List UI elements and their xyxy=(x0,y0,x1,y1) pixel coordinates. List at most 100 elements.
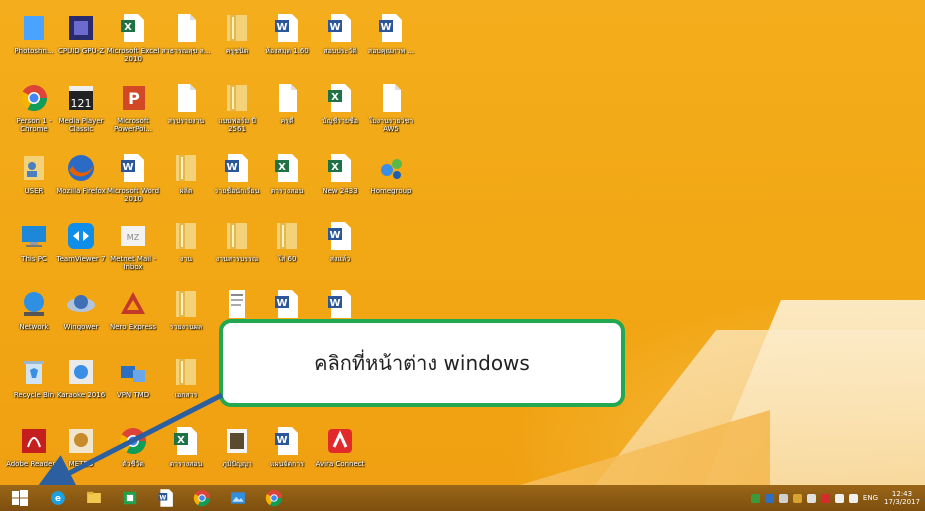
taskbar-app-button[interactable] xyxy=(220,485,256,511)
desktop-icon[interactable]: ผลิต xyxy=(160,152,212,195)
image-icon xyxy=(220,425,254,457)
store-icon xyxy=(120,488,140,508)
photos-icon xyxy=(228,488,248,508)
network-status-icon[interactable] xyxy=(848,493,858,503)
desktop-icon[interactable]: P Microsoft PowerPoi... xyxy=(107,82,159,133)
language-indicator[interactable]: ENG xyxy=(863,494,878,502)
word-icon: W xyxy=(156,488,176,508)
pc-icon xyxy=(17,220,51,252)
desktop-icon[interactable]: สรุปรายงาน xyxy=(160,82,212,125)
svg-text:W: W xyxy=(276,22,287,33)
taskbar-app-button[interactable]: e xyxy=(40,485,76,511)
desktop-icon[interactable]: เอกสาร xyxy=(160,356,212,399)
desktop-icon[interactable]: Karaoke 2016 xyxy=(55,356,107,399)
svg-text:W: W xyxy=(226,162,237,173)
system-tray: ENG 12:43 17/3/2017 xyxy=(750,485,925,511)
desktop-icon[interactable]: X ตารางสอน xyxy=(261,152,313,195)
tray-icon[interactable] xyxy=(778,493,788,503)
desktop-icon-label: ผลิต xyxy=(179,187,193,195)
word-icon: W xyxy=(270,425,304,457)
desktop-icon[interactable]: W ห้องสมุด 1.60 xyxy=(261,12,313,55)
desktop-icon[interactable]: X ตารางสอน xyxy=(160,425,212,468)
taskbar-app-button[interactable] xyxy=(76,485,112,511)
folder-icon xyxy=(220,12,254,44)
desktop-icon[interactable]: METEO xyxy=(55,425,107,468)
desktop-icon[interactable]: W Microsoft Word 2010 xyxy=(107,152,159,203)
svg-text:W: W xyxy=(329,230,340,241)
desktop-icon[interactable]: W xyxy=(314,288,366,323)
volume-icon[interactable] xyxy=(834,493,844,503)
desktop-icon[interactable]: W xyxy=(261,288,313,323)
svg-text:X: X xyxy=(124,22,132,33)
desktop-icon-label: VPN TMD xyxy=(116,391,150,399)
desktop-icon[interactable]: Avira Connect xyxy=(314,425,366,468)
desktop-icon[interactable]: W สอบคุณภาพ ... xyxy=(365,12,417,55)
taskbar-app-button[interactable] xyxy=(112,485,148,511)
desktop-icon[interactable]: W รายชื่อนักเรียน xyxy=(211,152,263,195)
desktop-icon[interactable]: ใส่ 60 xyxy=(261,220,313,263)
karaoke-icon xyxy=(64,356,98,388)
tray-icon[interactable] xyxy=(792,493,802,503)
desktop-icon[interactable]: ครูชนิด xyxy=(211,12,263,55)
folder-icon xyxy=(220,220,254,252)
folder-icon xyxy=(169,152,203,184)
desktop-icon[interactable]: X Microsoft Excel 2010 xyxy=(107,12,159,63)
desktop-icon[interactable]: ตัวชี้วัด xyxy=(107,425,159,468)
desktop-icon[interactable]: Mozilla Firefox xyxy=(55,152,107,195)
taskbar-app-button[interactable] xyxy=(184,485,220,511)
desktop-icon[interactable]: W สอบประวัติ xyxy=(314,12,366,55)
desktop-icon[interactable]: 121 Media Player Classic xyxy=(55,82,107,133)
desktop-icon[interactable]: งาน xyxy=(160,220,212,263)
tray-icon[interactable] xyxy=(820,493,830,503)
svg-text:e: e xyxy=(55,494,61,504)
desktop-icon[interactable]: TeamViewer 7 xyxy=(55,220,107,263)
desktop-icon-label: ตารางสอน xyxy=(169,460,203,468)
vpn-icon xyxy=(116,356,150,388)
desktop-icon[interactable]: MZ Metnet Mail - Inbox xyxy=(107,220,159,271)
taskbar: e W ENG 12:43 17/3/2017 xyxy=(0,485,925,511)
teamviewer-icon xyxy=(64,220,98,252)
desktop-icon-label: แบบฟอร์ม ปี 2561 xyxy=(218,117,256,133)
start-button[interactable] xyxy=(0,485,40,511)
desktop-icon-label: ส่งแล้ว xyxy=(329,255,351,263)
desktop-icon[interactable]: สาธารณสุข ล... xyxy=(160,12,212,55)
chrome-icon xyxy=(264,488,284,508)
svg-text:W: W xyxy=(276,298,287,309)
meteo-icon xyxy=(64,425,98,457)
desktop-icon[interactable]: ใบงานรายวิชา AW5 xyxy=(365,82,417,133)
desktop-icon[interactable]: แบบฟอร์ม ปี 2561 xyxy=(211,82,263,133)
desktop-icon[interactable]: Nero Express xyxy=(107,288,159,331)
desktop-icon-label: Nero Express xyxy=(109,323,157,331)
desktop-icon-label: เอกสาร xyxy=(174,391,198,399)
desktop-icon[interactable]: CPUID GPU-Z xyxy=(55,12,107,55)
tray-icon[interactable] xyxy=(750,493,760,503)
desktop-icon[interactable]: W ส่งแล้ว xyxy=(314,220,366,263)
desktop-icon[interactable]: รายงานผล xyxy=(160,288,212,331)
desktop-icon[interactable]: W แผนจัดการ xyxy=(261,425,313,468)
desktop-icon[interactable]: ภูมิปัญญา xyxy=(211,425,263,468)
tray-icon[interactable] xyxy=(764,493,774,503)
desktop-icon[interactable]: VPN TMD xyxy=(107,356,159,399)
desktop-icon[interactable]: X บัญชีรายชื่อ xyxy=(314,82,366,125)
desktop-icon-label: สอบคุณภาพ ... xyxy=(367,47,415,55)
svg-text:W: W xyxy=(159,494,166,501)
tray-icon[interactable] xyxy=(806,493,816,503)
desktop-icon[interactable] xyxy=(211,288,263,323)
svg-text:X: X xyxy=(331,162,339,173)
desktop-icon-label: ตารางสอน xyxy=(270,187,304,195)
desktop-icon[interactable]: X New 2433 xyxy=(314,152,366,195)
clock-time: 12:43 xyxy=(891,490,913,498)
word-icon: W xyxy=(323,12,357,44)
document-icon xyxy=(220,288,254,320)
desktop-icon[interactable]: ครูดี xyxy=(261,82,313,125)
desktop-icon[interactable]: งานสารบรรณ xyxy=(211,220,263,263)
taskbar-app-button[interactable] xyxy=(256,485,292,511)
desktop-icon[interactable]: Homegroup xyxy=(365,152,417,195)
taskbar-app-button[interactable]: W xyxy=(148,485,184,511)
desktop-icon-label: Microsoft Word 2010 xyxy=(106,187,160,203)
clock[interactable]: 12:43 17/3/2017 xyxy=(883,490,921,506)
mail-icon: MZ xyxy=(116,220,150,252)
desktop-icon[interactable]: Wingower xyxy=(55,288,107,331)
svg-text:121: 121 xyxy=(71,97,92,110)
file-icon xyxy=(270,82,304,114)
